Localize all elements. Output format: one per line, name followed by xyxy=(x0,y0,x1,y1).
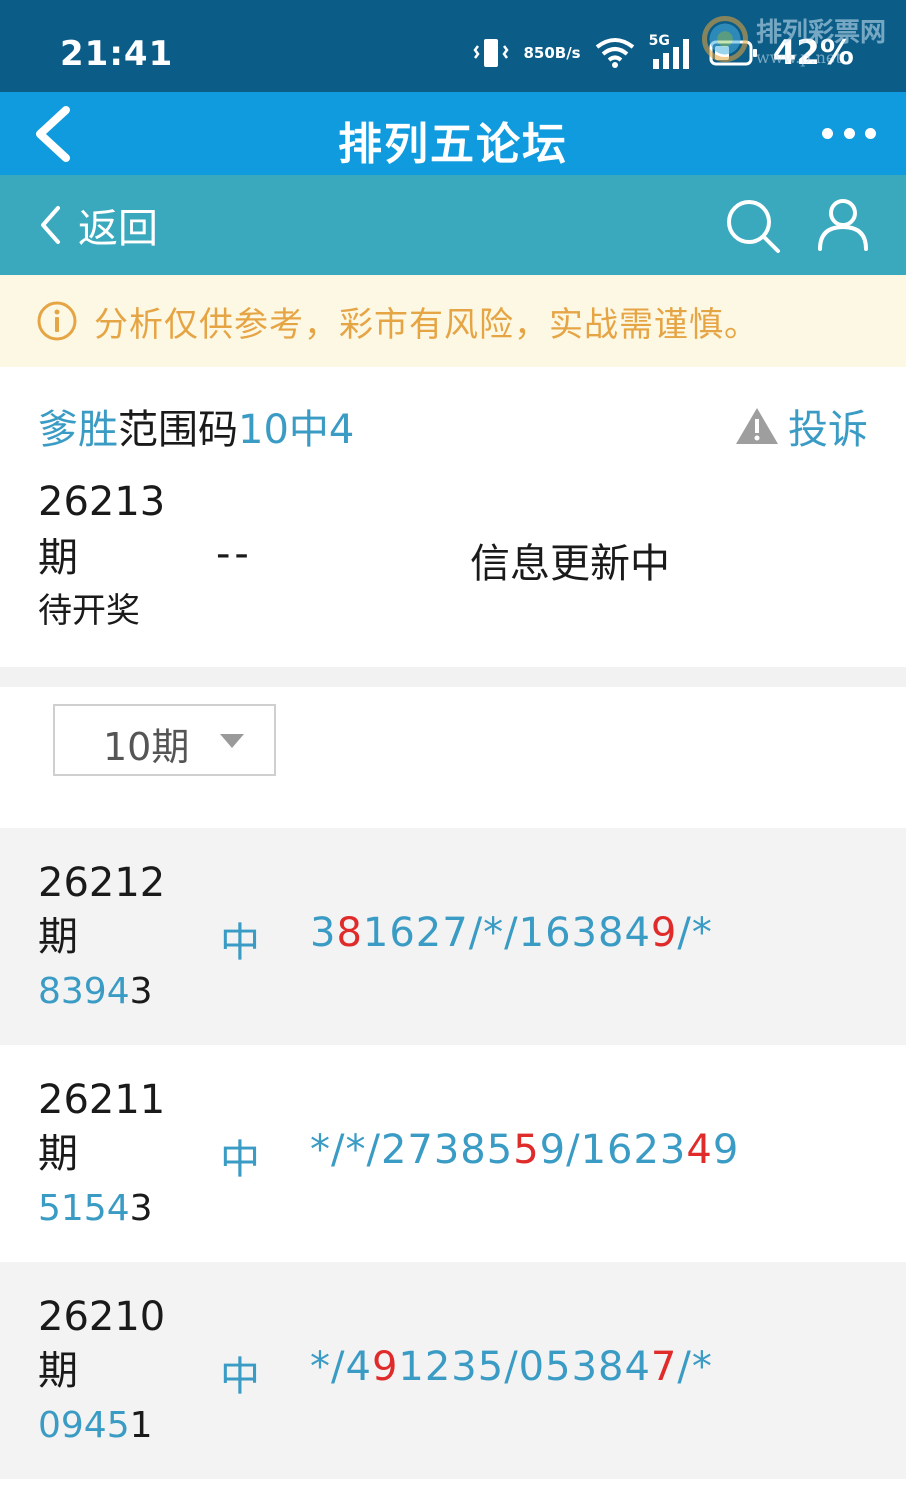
record-row: 26211 期 51543 中 */*/2738559/162349 xyxy=(0,1045,906,1262)
watermark-text: 排列彩票网 xyxy=(756,18,887,48)
draw-digits: 8394 xyxy=(38,971,130,1012)
caret-down-icon xyxy=(220,734,244,748)
network-speed: 850 B/s xyxy=(523,43,581,62)
prediction-segment: 9 xyxy=(712,1127,740,1173)
record-issue-suffix: 期 xyxy=(38,1348,78,1394)
prediction-segment: */4 xyxy=(310,1344,372,1390)
more-dot-icon xyxy=(843,127,855,139)
prediction-segment: /* xyxy=(677,1344,713,1390)
current-issue-status: 待开奖 xyxy=(38,591,140,631)
post-hit-rate: 10中4 xyxy=(238,407,355,453)
record-issue-number: 26212 xyxy=(38,860,166,906)
record-hit: 中 xyxy=(220,920,260,966)
prediction-segment: 5 xyxy=(513,1127,540,1173)
record-issue: 26210 期 09451 xyxy=(38,1290,208,1454)
network-type: 5G xyxy=(648,33,670,49)
more-button[interactable] xyxy=(822,118,876,148)
vibrate-icon xyxy=(473,36,510,70)
watermark-logo-icon xyxy=(702,16,748,62)
page-title: 排列五论坛 xyxy=(338,119,568,170)
record-issue-number: 26211 xyxy=(38,1077,166,1123)
prediction-segment: 9 xyxy=(650,910,678,956)
prediction-segment: /* xyxy=(677,910,713,956)
chevron-left-icon xyxy=(41,206,60,244)
record-issue-suffix: 期 xyxy=(38,914,78,960)
record-draw-result: 09451 xyxy=(38,1398,208,1454)
record-hit: 中 xyxy=(220,1354,260,1400)
prediction-segment: 8 xyxy=(336,910,363,956)
draw-digits: 1 xyxy=(129,1405,153,1446)
watermark: 排列彩票网 www.p.net xyxy=(698,8,898,78)
record-issue: 26211 期 51543 xyxy=(38,1073,208,1237)
current-issue-number: 26213 xyxy=(38,479,166,525)
signal-icon: 5G xyxy=(648,33,695,71)
filter-area: 10期 xyxy=(0,687,906,828)
record-issue: 26212 期 83943 xyxy=(38,856,208,1020)
prediction-segment: 9 xyxy=(371,1344,399,1390)
sub-nav: 返回 xyxy=(0,175,906,275)
post-title: 爹胜范围码10中4 xyxy=(38,397,354,455)
info-icon xyxy=(37,301,77,341)
prediction-segment: 4 xyxy=(686,1127,713,1173)
record-draw-result: 83943 xyxy=(38,964,208,1020)
record-draw-result: 51543 xyxy=(38,1181,208,1237)
current-hit: -- xyxy=(216,531,253,577)
prediction-segment: 1627/*/16384 xyxy=(362,910,651,956)
wifi-icon xyxy=(595,37,635,69)
draw-digits: 3 xyxy=(129,1188,153,1229)
return-label: 返回 xyxy=(78,206,158,252)
prediction-segment: 3 xyxy=(310,910,337,956)
record-hit: 中 xyxy=(220,1137,260,1183)
status-bar: 21:41 850 B/s 5G 42% 排列彩票网 www.p.net xyxy=(0,0,906,92)
current-issue-suffix: 期 xyxy=(38,535,78,581)
record-row: 26212 期 83943 中 381627/*/163849/* xyxy=(0,828,906,1045)
user-button[interactable] xyxy=(814,195,872,253)
title-bar: 排列五论坛 xyxy=(0,92,906,175)
risk-notice: 分析仅供参考，彩市有风险，实战需谨慎。 xyxy=(0,275,906,367)
record-prediction: 381627/*/163849/* xyxy=(310,910,713,956)
post-category: 范围码 xyxy=(118,407,238,453)
notice-text: 分析仅供参考，彩市有风险，实战需谨慎。 xyxy=(94,304,759,345)
prediction-segment: 9/1623 xyxy=(539,1127,687,1173)
current-issue: 26213 期 待开奖 xyxy=(38,475,208,635)
network-speed-value: 850 xyxy=(523,43,555,62)
current-info: 信息更新中 xyxy=(470,541,670,587)
record-prediction: */*/2738559/162349 xyxy=(310,1127,739,1173)
period-select-value: 10期 xyxy=(103,725,190,769)
watermark-url: www.p.net xyxy=(756,48,842,67)
draw-digits: 3 xyxy=(129,971,153,1012)
post-header: 爹胜范围码10中4 投诉 26213 期 待开奖 -- 信息更新中 xyxy=(0,367,906,667)
status-time: 21:41 xyxy=(60,34,174,74)
draw-digits: 5154 xyxy=(38,1188,130,1229)
post-author[interactable]: 爹胜 xyxy=(38,407,118,453)
user-icon xyxy=(818,199,868,251)
draw-digits: 0945 xyxy=(38,1405,130,1446)
warning-icon xyxy=(736,408,778,444)
record-row: 26210 期 09451 中 */491235/053847/* xyxy=(0,1262,906,1479)
record-issue-number: 26210 xyxy=(38,1294,166,1340)
prediction-segment: */*/27385 xyxy=(310,1127,514,1173)
more-dot-icon xyxy=(822,127,833,139)
record-prediction: */491235/053847/* xyxy=(310,1344,713,1390)
complain-button[interactable]: 投诉 xyxy=(734,397,868,455)
record-issue-suffix: 期 xyxy=(38,1131,78,1177)
complain-label: 投诉 xyxy=(788,407,868,453)
period-select[interactable]: 10期 xyxy=(53,704,276,776)
section-divider xyxy=(0,667,906,687)
network-speed-unit: B/s xyxy=(554,43,581,62)
more-dot-icon xyxy=(865,127,876,139)
search-icon xyxy=(727,200,780,253)
prediction-segment: 1235/05384 xyxy=(398,1344,651,1390)
search-button[interactable] xyxy=(724,197,782,255)
prediction-segment: 7 xyxy=(650,1344,678,1390)
return-button[interactable]: 返回 xyxy=(38,199,158,252)
